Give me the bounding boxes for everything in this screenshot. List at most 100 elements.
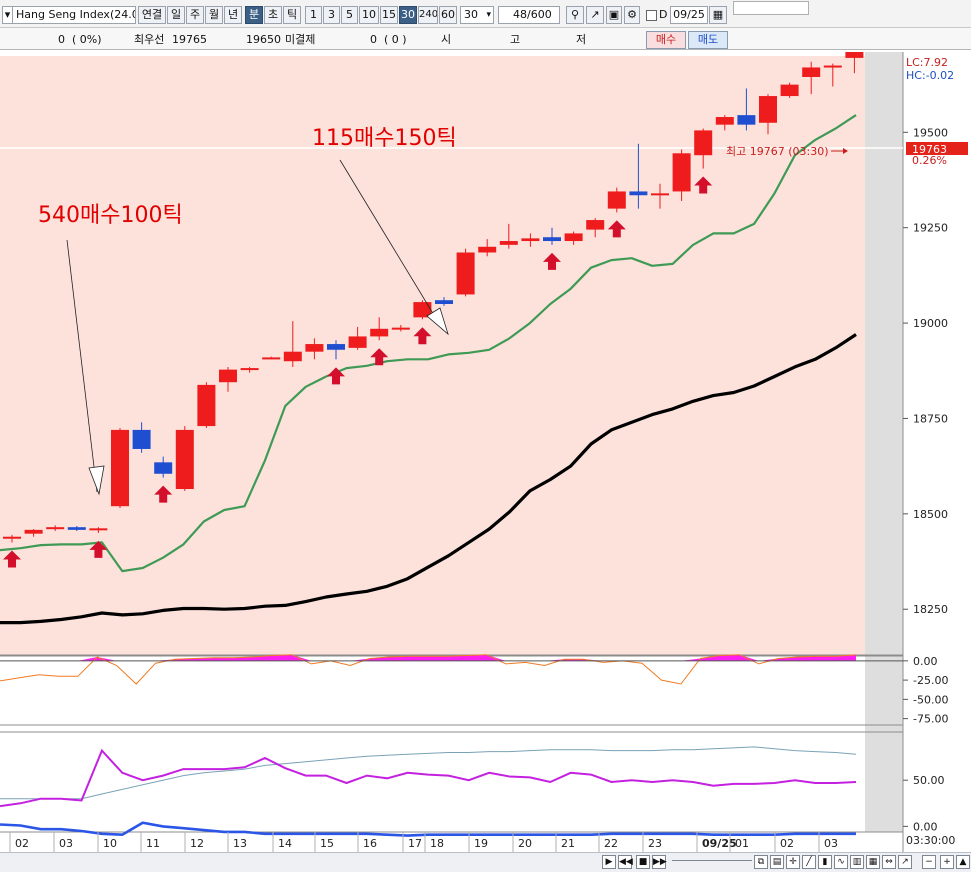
- candle-body: [283, 351, 302, 362]
- bar-tool-icon[interactable]: ▮: [818, 855, 832, 869]
- best-ask-value: 19765: [172, 33, 207, 46]
- zoom-tool-icon[interactable]: ⧉: [754, 855, 768, 869]
- price-tick-label: 19000: [913, 317, 948, 330]
- x-axis-label: 10: [103, 837, 117, 850]
- buy-button[interactable]: 매수: [646, 31, 686, 49]
- date-checkbox[interactable]: [646, 10, 657, 21]
- trend-icon[interactable]: ↗: [898, 855, 912, 869]
- count-total: /600: [527, 8, 552, 21]
- candle-body: [262, 357, 281, 360]
- x-axis-label: 17: [408, 837, 422, 850]
- count-field[interactable]: 48/600: [498, 6, 560, 24]
- candle-body: [24, 529, 43, 534]
- x-axis-label: 21: [561, 837, 575, 850]
- period-button-연결[interactable]: 연결: [138, 6, 166, 24]
- zoom-out-icon[interactable]: −: [922, 855, 936, 869]
- x-axis-label: 02: [15, 837, 29, 850]
- candle-body: [737, 115, 756, 125]
- zoom-in-icon[interactable]: +: [940, 855, 954, 869]
- annotation-540: 540매수100틱: [38, 203, 183, 228]
- oscillator-tick-label: 0.00: [913, 655, 938, 668]
- period-button-틱[interactable]: 틱: [283, 6, 301, 24]
- period-button-일[interactable]: 일: [167, 6, 185, 24]
- toolbar: ▾ Hang Seng Index(24.0 연결 일 주 월 년 분 초 틱 …: [0, 0, 971, 28]
- high-label: 고: [510, 33, 521, 46]
- interval-select[interactable]: 30 ▾: [460, 6, 494, 24]
- save-icon[interactable]: ▣: [606, 6, 622, 24]
- toolbar-extra-field[interactable]: [733, 1, 809, 15]
- x-axis-label: 19: [474, 837, 488, 850]
- x-axis-label: 20: [518, 837, 532, 850]
- candle-body: [46, 527, 65, 530]
- crosshair-icon[interactable]: ✛: [786, 855, 800, 869]
- play-icon[interactable]: ▶: [602, 855, 616, 869]
- symbol-dropdown-button[interactable]: ▾: [2, 6, 12, 24]
- line-tool-icon[interactable]: ╱: [802, 855, 816, 869]
- candle-body: [67, 527, 86, 530]
- period-button-월[interactable]: 월: [205, 6, 223, 24]
- stochastic-tick-label: 0.00: [913, 820, 938, 833]
- price-tick-label: 19250: [913, 222, 948, 235]
- candle-body: [478, 246, 497, 253]
- minute-button-240[interactable]: 240: [418, 6, 438, 24]
- candle-body: [175, 429, 194, 490]
- price-chart[interactable]: 18250 18500 18750 19000 19250 19500 0.00 -25.00…: [0, 40, 971, 852]
- candle-body: [629, 191, 648, 196]
- count-value: 48: [513, 8, 527, 21]
- minute-button-15[interactable]: 15: [380, 6, 398, 24]
- minute-button-30[interactable]: 30: [399, 6, 417, 24]
- annotation-115: 115매수150틱: [312, 126, 457, 151]
- price-tick-label: 18500: [913, 508, 948, 521]
- candle-type-icon[interactable]: ▦: [866, 855, 880, 869]
- session-high-label: 최고 19767 (03:30): [726, 145, 829, 158]
- fast-forward-icon[interactable]: ▶▶: [652, 855, 667, 869]
- minute-button-60[interactable]: 60: [439, 6, 457, 24]
- right-margin-band: [865, 52, 903, 832]
- candle-body: [499, 241, 518, 245]
- x-axis-time-label: 03:30:00: [906, 834, 955, 847]
- gear-icon[interactable]: ⚙: [624, 6, 640, 24]
- stochastic-tick-label: 50.00: [913, 774, 945, 787]
- hc-label: HC:-0.02: [906, 69, 954, 82]
- change-pct: ( 0%): [72, 33, 102, 46]
- x-axis-label: 22: [604, 837, 618, 850]
- scroll-up-icon[interactable]: ▲: [956, 855, 970, 869]
- wave-tool-icon[interactable]: ∿: [834, 855, 848, 869]
- candle-body: [759, 96, 777, 123]
- candle-body: [564, 233, 583, 242]
- x-axis-label: 18: [430, 837, 444, 850]
- sell-button[interactable]: 매도: [688, 31, 728, 49]
- chart-area[interactable]: 18250 18500 18750 19000 19250 19500 0.00 -25.00…: [0, 40, 971, 852]
- lc-label: LC:7.92: [906, 56, 948, 69]
- oi-change-value: ( 0 ): [384, 33, 407, 46]
- resize-icon[interactable]: ⇔: [882, 855, 896, 869]
- draw-tool-icon[interactable]: ↗: [586, 6, 604, 24]
- candle-body: [154, 462, 173, 474]
- price-tick-label: 18750: [913, 412, 948, 425]
- candle-body: [197, 384, 216, 427]
- minute-button-3[interactable]: 3: [323, 6, 340, 24]
- rewind-icon[interactable]: ◀◀: [618, 855, 633, 869]
- x-axis-label: 03: [824, 837, 838, 850]
- period-button-주[interactable]: 주: [186, 6, 204, 24]
- price-tick-label: 18250: [913, 603, 948, 616]
- x-axis-label: 02: [780, 837, 794, 850]
- minute-button-10[interactable]: 10: [359, 6, 379, 24]
- chart-type-icon[interactable]: ▥: [850, 855, 864, 869]
- x-axis-label: 12: [190, 837, 204, 850]
- date-field[interactable]: 09/25: [670, 6, 708, 24]
- period-button-초[interactable]: 초: [264, 6, 282, 24]
- minute-button-5[interactable]: 5: [341, 6, 358, 24]
- stop-icon[interactable]: ■: [636, 855, 650, 869]
- minute-button-1[interactable]: 1: [305, 6, 322, 24]
- chevron-down-icon: ▾: [486, 10, 491, 20]
- scroll-track[interactable]: [672, 860, 752, 865]
- candle-body: [607, 191, 626, 209]
- indicator-icon[interactable]: ⚲: [566, 6, 584, 24]
- x-axis-label: 03: [59, 837, 73, 850]
- symbol-field[interactable]: Hang Seng Index(24.0: [12, 6, 136, 24]
- period-button-년[interactable]: 년: [224, 6, 242, 24]
- period-button-분[interactable]: 분: [245, 6, 263, 24]
- calendar-icon[interactable]: ▦: [709, 6, 727, 24]
- layout-icon[interactable]: ▤: [770, 855, 784, 869]
